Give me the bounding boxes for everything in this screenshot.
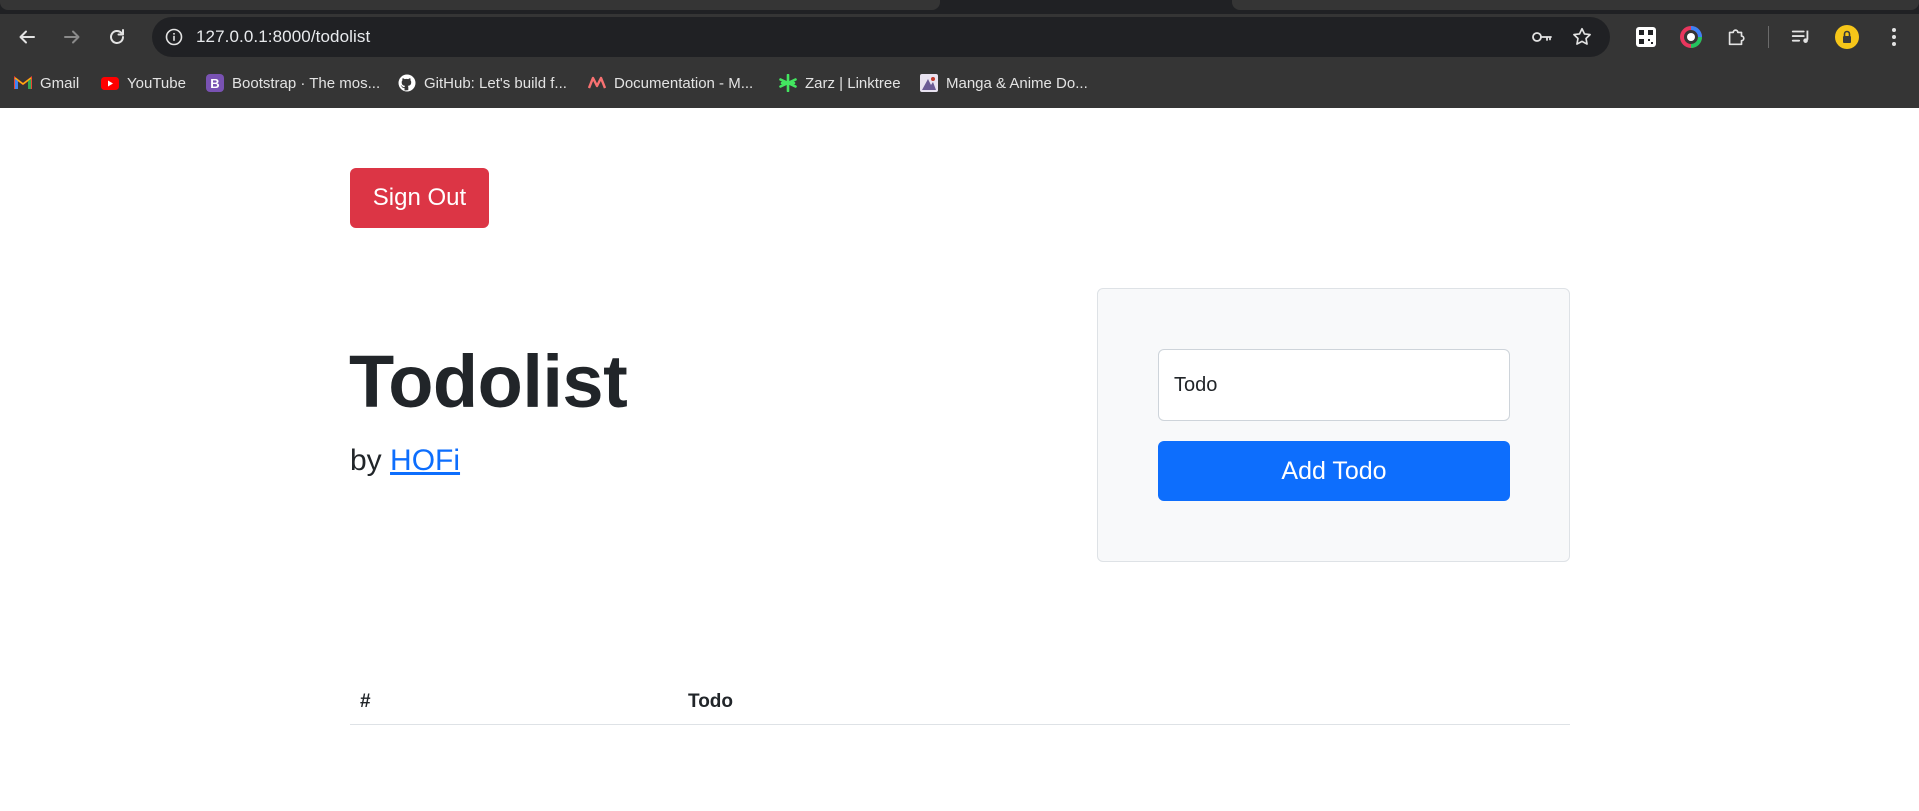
browser-menu-icon[interactable] — [1880, 23, 1908, 51]
svg-text:B: B — [210, 76, 219, 91]
todo-input[interactable] — [1158, 349, 1510, 421]
sign-out-button[interactable]: Sign Out — [350, 168, 489, 228]
key-icon[interactable] — [1530, 25, 1554, 49]
table-header-row: # Todo — [350, 680, 1570, 725]
tab[interactable] — [1232, 0, 1919, 10]
reload-icon — [110, 29, 124, 44]
bookmark-github[interactable]: GitHub: Let's build f... — [398, 68, 567, 98]
bookmark-star-icon[interactable] — [1570, 25, 1594, 49]
author-link[interactable]: HOFi — [390, 444, 460, 477]
bookmark-label: GitHub: Let's build f... — [424, 74, 567, 92]
bookmark-label: Documentation - M... — [614, 74, 754, 92]
back-arrow-icon — [19, 30, 35, 44]
add-todo-card: Add Todo — [1097, 288, 1570, 562]
back-button[interactable] — [10, 20, 44, 54]
qr-extension-icon[interactable] — [1632, 23, 1660, 51]
byline-prefix: by — [350, 444, 382, 477]
manga-icon — [920, 74, 938, 92]
toolbar-separator — [1768, 26, 1769, 48]
media-controls-icon[interactable] — [1787, 23, 1815, 51]
address-bar[interactable]: 127.0.0.1:8000/todolist — [152, 17, 1610, 57]
byline: by HOFi — [350, 443, 460, 479]
youtube-icon — [101, 74, 119, 92]
bookmark-label: YouTube — [127, 74, 186, 92]
bookmark-documentation[interactable]: Documentation - M... — [588, 68, 753, 98]
todo-table: # Todo — [350, 680, 1570, 725]
github-icon — [398, 74, 416, 92]
browser-toolbar: 127.0.0.1:8000/todolist — [0, 14, 1919, 60]
site-info-icon[interactable] — [162, 25, 186, 49]
page-title: Todolist — [349, 340, 628, 423]
bookmark-label: Manga & Anime Do... — [946, 74, 1088, 92]
todo-table-container: # Todo — [350, 680, 1570, 725]
color-picker-extension-icon[interactable] — [1677, 23, 1705, 51]
documentation-icon — [588, 74, 606, 92]
forward-button[interactable] — [55, 20, 89, 54]
bookmarks-bar: Gmail YouTube B Bootstrap · The mos... G… — [0, 68, 1919, 98]
bookmark-manga[interactable]: Manga & Anime Do... — [920, 68, 1088, 98]
column-header-todo: Todo — [678, 680, 1570, 725]
reload-button[interactable] — [100, 20, 134, 54]
bookmark-youtube[interactable]: YouTube — [101, 68, 186, 98]
bootstrap-icon: B — [206, 74, 224, 92]
page-content: Sign Out Todolist by HOFi Add Todo # Tod… — [0, 108, 1919, 811]
extensions-puzzle-icon[interactable] — [1722, 23, 1750, 51]
url-text[interactable]: 127.0.0.1:8000/todolist — [196, 17, 370, 57]
bookmark-bootstrap[interactable]: B Bootstrap · The mos... — [206, 68, 380, 98]
tab-strip — [0, 0, 1919, 14]
bookmark-label: Bootstrap · The mos... — [232, 74, 381, 92]
bookmark-label: Zarz | Linktree — [805, 74, 901, 92]
profile-avatar-icon[interactable] — [1833, 23, 1861, 51]
forward-arrow-icon — [64, 30, 80, 44]
tab[interactable] — [0, 0, 940, 10]
linktree-icon — [779, 74, 797, 92]
add-todo-button[interactable]: Add Todo — [1158, 441, 1510, 501]
column-header-number: # — [350, 680, 678, 725]
bookmark-label: Gmail — [40, 74, 80, 92]
bookmark-gmail[interactable]: Gmail — [14, 68, 79, 98]
browser-chrome: 127.0.0.1:8000/todolist Gmail YouTube B … — [0, 0, 1919, 108]
gmail-icon — [14, 74, 32, 92]
bookmark-linktree[interactable]: Zarz | Linktree — [779, 68, 901, 98]
